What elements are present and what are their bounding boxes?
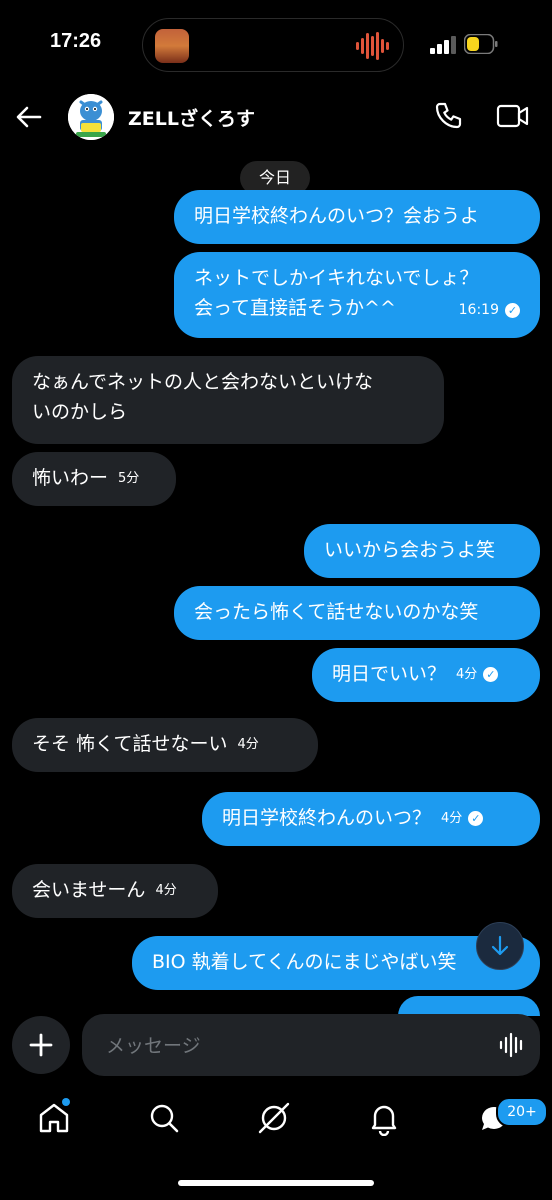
video-call-icon[interactable] [496,100,530,132]
status-bar: 17:26 [0,0,552,90]
message-text-line: なぁんでネットの人と会わないといけな [32,371,374,393]
phone-call-icon[interactable] [432,100,464,132]
message-text-line: ネットでしかイキれないでしょ？ [194,267,479,289]
message-outgoing-partial[interactable] [398,996,540,1016]
back-arrow-icon[interactable] [14,102,44,132]
message-text: 会ったら怖くて話せないのかな笑 [194,601,479,623]
message-timestamp: 4分 [237,736,259,752]
cellular-signal-icon [430,36,456,54]
message-timestamp: 16:19 [458,302,499,318]
message-text-line: 会って直接話そうか^^ [194,297,396,319]
search-icon[interactable] [146,1100,182,1136]
home-indicator [178,1180,374,1186]
message-outgoing[interactable]: いいから会おうよ笑 [304,524,540,578]
message-incoming[interactable]: なぁんでネットの人と会わないといけな いのかしら [12,356,444,444]
message-composer [82,1014,540,1078]
bottom-navigation [0,1090,552,1150]
dynamic-island[interactable] [142,18,404,72]
arrow-down-icon [491,935,509,956]
message-timestamp: 4分 [456,666,478,682]
message-timestamp: 5分 [118,470,140,486]
message-timestamp: 4分 [441,810,463,826]
message-outgoing[interactable]: 明日学校終わんのいつ？会おうよ [174,190,540,244]
battery-icon [464,34,498,54]
message-incoming[interactable]: そそ 怖くて話せなーい 4分 [12,718,318,772]
plus-icon [29,1033,53,1057]
now-playing-artwork [155,29,189,63]
message-text: BIO 執着してくんのにまじやばい笑 [152,951,457,973]
message-text-line: いのかしら [32,401,128,423]
scroll-to-bottom-button[interactable] [476,922,524,970]
message-text: 明日でいい？ [332,663,447,685]
message-text: 明日学校終わんのいつ？ [222,807,432,829]
message-text: 明日学校終わんのいつ？会おうよ [194,205,480,227]
message-text: そそ 怖くて話せなーい [32,733,228,755]
message-outgoing[interactable]: 会ったら怖くて話せないのかな笑 [174,586,540,640]
message-outgoing[interactable]: 明日学校終わんのいつ？ 4分 ✓ [202,792,540,846]
contact-avatar[interactable] [68,94,114,140]
home-notification-dot [62,1098,70,1106]
message-outgoing[interactable]: ネットでしかイキれないでしょ？ 会って直接話そうか^^ 16:19 ✓ [174,252,540,338]
voice-message-icon[interactable] [498,1031,526,1059]
message-outgoing[interactable]: 明日でいい？ 4分 ✓ [312,648,540,702]
message-incoming[interactable]: 会いませーん 4分 [12,864,218,918]
message-timestamp: 4分 [155,882,177,898]
contact-name[interactable]: ZELLざくろす [128,104,255,131]
grok-icon[interactable] [256,1100,292,1136]
notifications-bell-icon[interactable] [366,1100,402,1136]
message-text: 怖いわー [32,467,109,489]
messages-unread-badge: 20+ [496,1097,548,1127]
status-time: 17:26 [50,30,102,52]
chat-header: ZELLざくろす [0,90,552,146]
message-text: 会いませーん [32,879,146,901]
audio-waveform-icon [356,32,389,60]
read-check-icon: ✓ [505,302,520,318]
add-attachment-button[interactable] [12,1016,70,1074]
message-text: いいから会おうよ笑 [324,539,496,561]
message-incoming[interactable]: 怖いわー 5分 [12,452,176,506]
read-check-icon: ✓ [483,667,499,682]
avatar-character-icon [68,94,114,140]
message-input[interactable] [104,1014,488,1078]
read-check-icon: ✓ [468,811,484,826]
